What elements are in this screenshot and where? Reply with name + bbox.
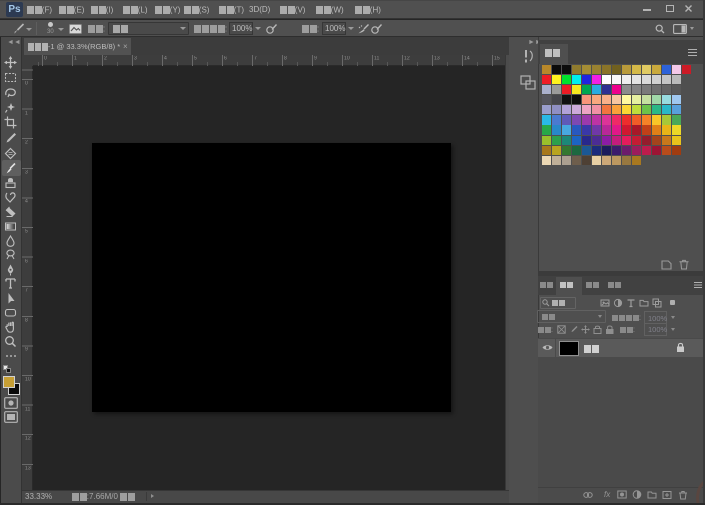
svg-text:fx: fx <box>604 490 611 499</box>
